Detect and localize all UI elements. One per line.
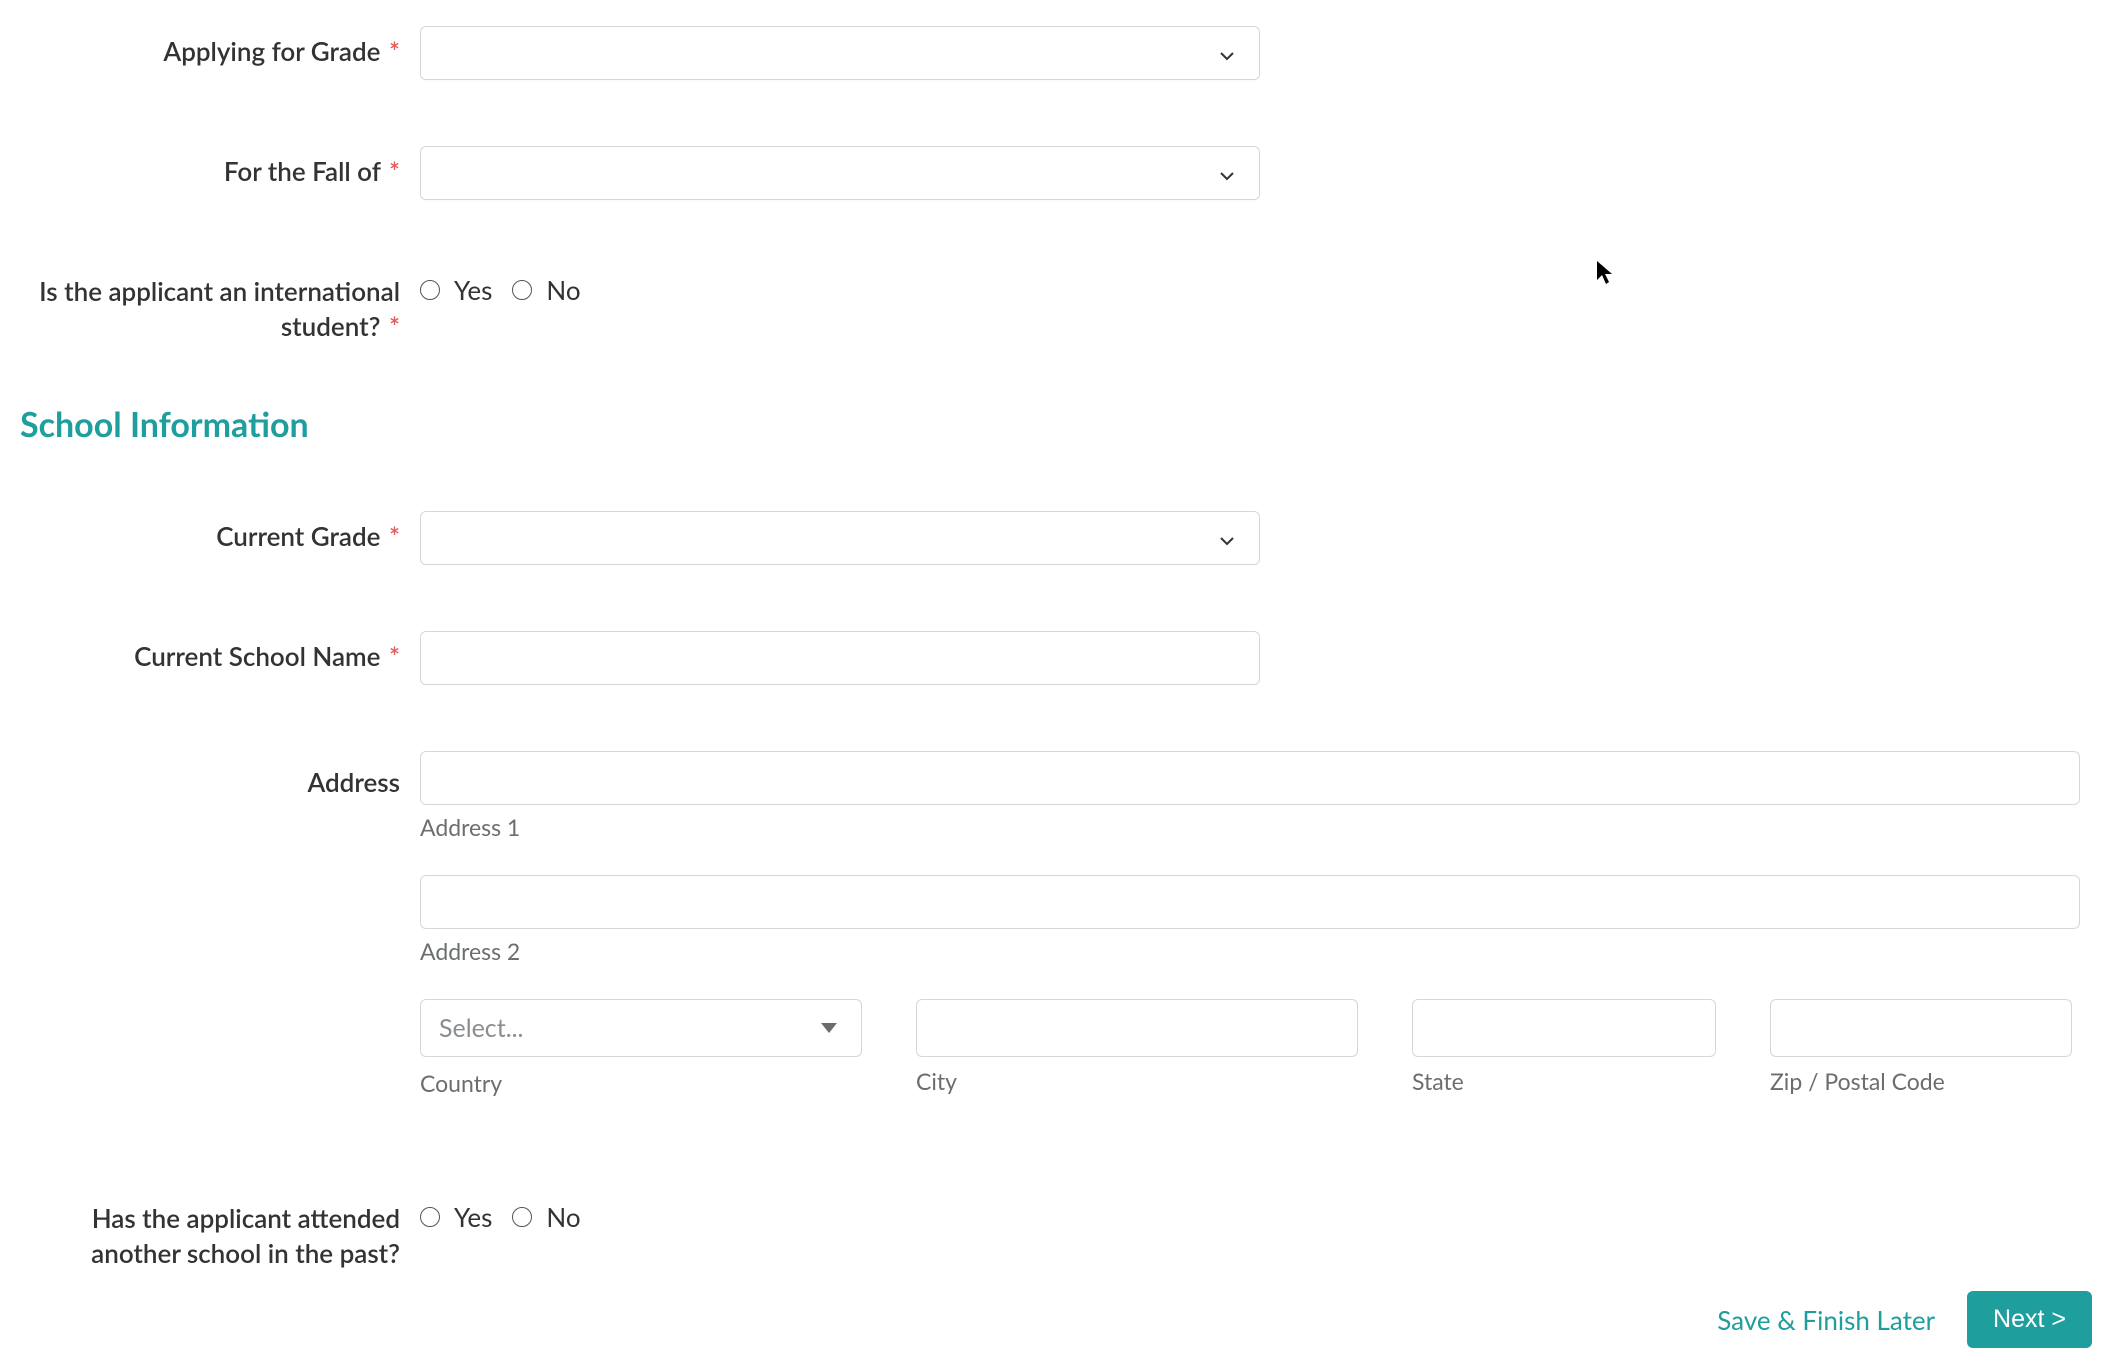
- field-current-school-name: Current School Name *: [10, 625, 2104, 685]
- input-col: [420, 140, 2104, 200]
- label-international: Is the applicant an international studen…: [10, 260, 420, 344]
- required-asterisk: *: [389, 520, 400, 552]
- address-line2-sublabel: Address 2: [420, 937, 2080, 965]
- label-text: Applying for Grade: [163, 35, 380, 67]
- label-address: Address: [10, 745, 420, 800]
- label-text: Address: [307, 766, 400, 798]
- label-text: Is the applicant an international studen…: [39, 275, 400, 342]
- label-fall-of: For the Fall of *: [10, 140, 420, 189]
- input-col: [420, 505, 2104, 565]
- next-button[interactable]: Next >: [1967, 1291, 2092, 1348]
- label-text: Has the applicant attended another schoo…: [91, 1202, 400, 1269]
- input-col: [420, 20, 2104, 80]
- label-text: For the Fall of: [224, 155, 381, 187]
- field-applying-grade: Applying for Grade *: [10, 20, 2104, 80]
- current-grade-select[interactable]: [420, 511, 1260, 565]
- attended-no-radio[interactable]: [512, 1207, 532, 1227]
- address-grid: Select... Country City State Zip / Posta…: [420, 999, 2080, 1097]
- country-sublabel: Country: [420, 1069, 862, 1097]
- label-current-grade: Current Grade *: [10, 505, 420, 554]
- applying-grade-select[interactable]: [420, 26, 1260, 80]
- state-col: State: [1412, 999, 1716, 1097]
- label-attended-other: Has the applicant attended another schoo…: [10, 1187, 420, 1271]
- required-asterisk: *: [389, 310, 400, 342]
- section-school-heading: School Information: [20, 404, 2104, 445]
- zip-sublabel: Zip / Postal Code: [1770, 1067, 2072, 1095]
- intl-radio-group: Yes No: [420, 266, 2104, 306]
- country-placeholder: Select...: [439, 1013, 523, 1043]
- attended-no-label: No: [546, 1201, 580, 1233]
- country-select[interactable]: Select...: [420, 999, 862, 1057]
- city-input[interactable]: [916, 999, 1358, 1057]
- state-sublabel: State: [1412, 1067, 1716, 1095]
- state-input[interactable]: [1412, 999, 1716, 1057]
- label-text: Current School Name: [134, 640, 380, 672]
- footer-actions: Save & Finish Later Next >: [1717, 1291, 2092, 1348]
- field-attended-other: Has the applicant attended another schoo…: [10, 1187, 2104, 1271]
- attended-yes-radio[interactable]: [420, 1207, 440, 1227]
- application-form: Applying for Grade * For the Fall of *: [0, 0, 2114, 1271]
- address-line1-sublabel: Address 1: [420, 813, 2080, 841]
- save-finish-later-link[interactable]: Save & Finish Later: [1717, 1304, 1935, 1336]
- intl-no-radio[interactable]: [512, 280, 532, 300]
- address-line2-input[interactable]: [420, 875, 2080, 929]
- intl-yes-label: Yes: [454, 274, 492, 306]
- label-current-school-name: Current School Name *: [10, 625, 420, 674]
- field-current-grade: Current Grade *: [10, 505, 2104, 565]
- caret-down-icon: [821, 1023, 837, 1033]
- required-asterisk: *: [389, 640, 400, 672]
- intl-no-label: No: [546, 274, 580, 306]
- input-col: [420, 625, 2104, 685]
- address-line1-input[interactable]: [420, 751, 2080, 805]
- zip-input[interactable]: [1770, 999, 2072, 1057]
- school-name-input[interactable]: [420, 631, 1260, 685]
- chevron-down-icon: [1217, 163, 1237, 183]
- attended-radio-group: Yes No: [420, 1193, 2104, 1233]
- field-international: Is the applicant an international studen…: [10, 260, 2104, 344]
- label-text: Current Grade: [216, 520, 380, 552]
- field-address: Address Address 1 Address 2 Select... Co…: [10, 745, 2104, 1097]
- intl-yes-radio[interactable]: [420, 280, 440, 300]
- input-col: Yes No: [420, 260, 2104, 306]
- input-col: Yes No: [420, 1187, 2104, 1233]
- attended-yes-label: Yes: [454, 1201, 492, 1233]
- fall-of-select[interactable]: [420, 146, 1260, 200]
- city-sublabel: City: [916, 1067, 1358, 1095]
- zip-col: Zip / Postal Code: [1770, 999, 2072, 1097]
- city-col: City: [916, 999, 1358, 1097]
- country-col: Select... Country: [420, 999, 862, 1097]
- required-asterisk: *: [389, 35, 400, 67]
- required-asterisk: *: [389, 155, 400, 187]
- label-applying-grade: Applying for Grade *: [10, 20, 420, 69]
- chevron-down-icon: [1217, 528, 1237, 548]
- chevron-down-icon: [1217, 43, 1237, 63]
- field-fall-of: For the Fall of *: [10, 140, 2104, 200]
- address-input-col: Address 1 Address 2 Select... Country Ci…: [420, 745, 2080, 1097]
